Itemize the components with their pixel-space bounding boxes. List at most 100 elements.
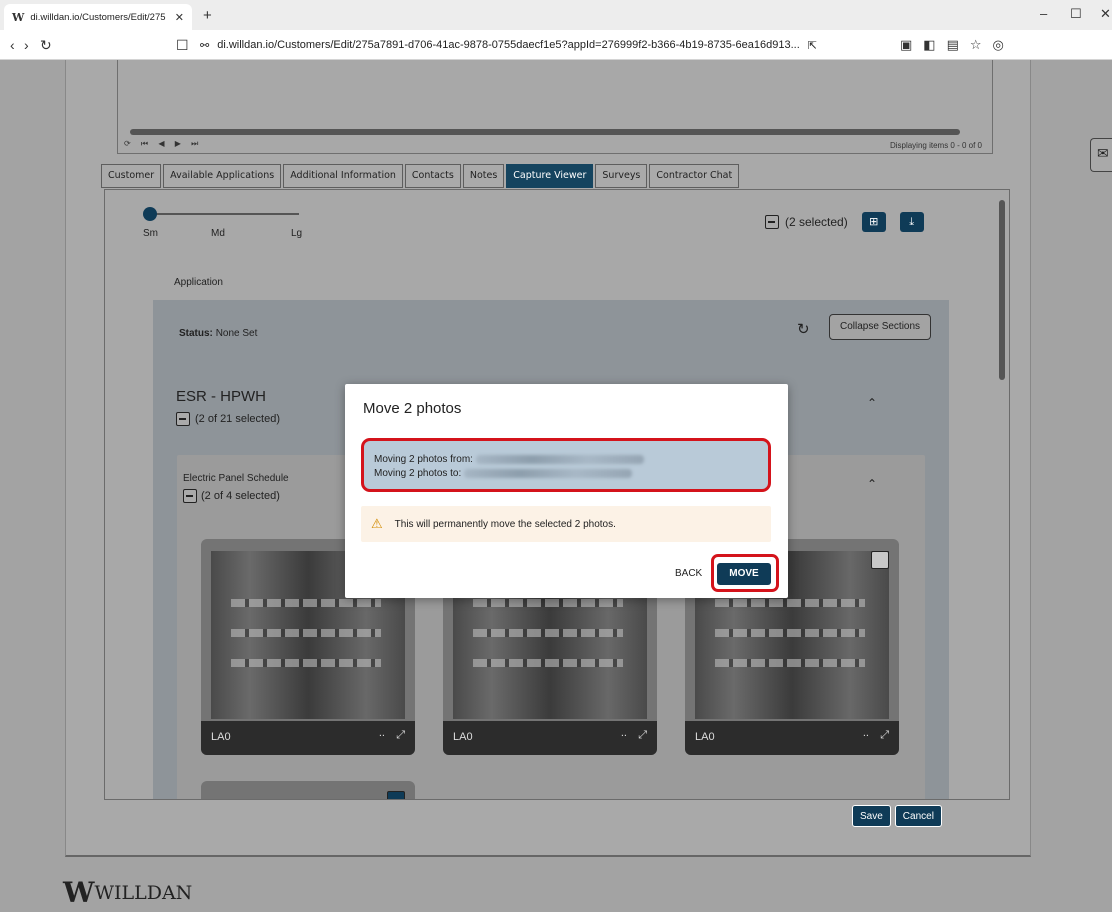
photo-checkbox[interactable]	[871, 551, 889, 569]
subsection-selection-count: (2 of 4 selected)	[201, 490, 280, 502]
subsection-checkbox[interactable]	[183, 489, 197, 503]
collections-icon[interactable]: ▤	[947, 37, 959, 53]
mail-icon[interactable]: ✉	[1090, 138, 1112, 172]
tab-surveys[interactable]: Surveys	[595, 164, 648, 188]
split-view-icon[interactable]: ◧	[923, 37, 935, 53]
slider-knob[interactable]	[143, 207, 157, 221]
browser-toolbar: ▣ ◧ ▤ ☆ ◎	[900, 37, 1004, 53]
breaker-row	[473, 659, 623, 667]
logo-text: WILLDAN	[94, 881, 193, 904]
redacted-destination	[464, 468, 633, 478]
reload-icon[interactable]: ↻	[40, 37, 52, 54]
warning-icon: ⚠	[371, 516, 383, 531]
form-actions: Save Cancel	[852, 805, 942, 827]
tab-contractor-chat[interactable]: Contractor Chat	[649, 164, 740, 188]
collapse-sections-button[interactable]: Collapse Sections	[829, 314, 932, 340]
size-label-md: Md	[211, 228, 225, 239]
application-label: Application	[174, 277, 223, 288]
status-line: Status: None Set	[179, 328, 257, 339]
browser-tab[interactable]: W di.willdan.io/Customers/Edit/275 ✕	[4, 4, 192, 30]
breaker-row	[231, 659, 381, 667]
breaker-row	[231, 599, 381, 607]
tab-bar: Customer Available Applications Addition…	[101, 164, 740, 188]
move-from-label: Moving 2 photos from:	[374, 454, 473, 465]
paging-text: Displaying items 0 - 0 of 0	[889, 141, 982, 150]
photo-caption: LA0 .. ⤢	[685, 721, 899, 755]
back-button[interactable]: BACK	[675, 568, 702, 579]
site-info-icon[interactable]: ⚯	[200, 39, 209, 52]
logo-mark-icon: W	[63, 876, 95, 909]
dialog-title: Move 2 photos	[363, 400, 462, 417]
selection-toolbar: (2 selected) ⊞ ⤓	[765, 212, 924, 232]
deselect-all-checkbox[interactable]	[765, 215, 779, 229]
willdan-logo: W WILLDAN	[63, 876, 192, 909]
close-window-icon[interactable]: ✕	[1100, 6, 1111, 22]
status-value: None Set	[215, 328, 258, 339]
subsection-title: Electric Panel Schedule	[183, 473, 289, 484]
bookmark-icon[interactable]: ☐	[176, 37, 189, 54]
breaker-row	[473, 599, 623, 607]
tab-notes[interactable]: Notes	[462, 164, 505, 188]
photo-checkbox[interactable]	[387, 791, 405, 799]
slider-track	[149, 213, 299, 215]
save-button[interactable]: Save	[852, 805, 891, 827]
close-tab-icon[interactable]: ✕	[175, 11, 184, 24]
more-icon[interactable]: ..	[863, 727, 869, 739]
share-icon[interactable]: ⇱	[808, 39, 817, 52]
maximize-icon[interactable]: ☐	[1070, 6, 1082, 22]
browser-tab-strip: W di.willdan.io/Customers/Edit/275 ✕ + –…	[0, 0, 1112, 30]
tab-additional-information[interactable]: Additional Information	[283, 164, 403, 188]
photo-caption-text: LA0	[695, 731, 715, 743]
breaker-row	[473, 629, 623, 637]
expand-icon[interactable]: ⤢	[396, 729, 405, 742]
breaker-row	[715, 629, 865, 637]
refresh-icon[interactable]: ↻	[797, 320, 810, 338]
tab-customer[interactable]: Customer	[101, 164, 162, 188]
move-button[interactable]: MOVE	[717, 563, 771, 585]
warning-text: This will permanently move the selected …	[394, 518, 616, 530]
tab-available-applications[interactable]: Available Applications	[163, 164, 282, 188]
tab-contacts[interactable]: Contacts	[404, 164, 461, 188]
url-text: di.willdan.io/Customers/Edit/275a7891-d7…	[217, 39, 800, 51]
cancel-button[interactable]: Cancel	[894, 805, 942, 827]
new-tab-icon[interactable]: +	[203, 7, 212, 24]
data-grid: ⟳ ⏮ ◀ ▶ ⏭ Displaying items 0 - 0 of 0	[117, 60, 993, 154]
move-details: Moving 2 photos from: Moving 2 photos to…	[361, 438, 771, 492]
expand-icon[interactable]: ⤢	[880, 729, 889, 742]
shield-icon[interactable]: ◎	[993, 37, 1004, 53]
horizontal-scrollbar[interactable]	[130, 129, 960, 135]
photo-caption: LA0 .. ⤢	[443, 721, 657, 755]
back-icon[interactable]: ‹	[10, 37, 15, 53]
redacted-source	[475, 454, 644, 464]
download-icon[interactable]: ⤓	[899, 212, 924, 232]
address-bar: ‹ › ↻ ☐ ⚯ di.willdan.io/Customers/Edit/2…	[0, 30, 1112, 60]
pager-buttons[interactable]: ⟳ ⏮ ◀ ▶ ⏭	[124, 139, 202, 149]
photo-card[interactable]	[201, 781, 415, 799]
vertical-scrollbar[interactable]	[999, 200, 1005, 380]
size-label-lg: Lg	[291, 228, 303, 239]
more-icon[interactable]: ..	[379, 727, 385, 739]
photo-caption-text: LA0	[453, 731, 473, 743]
breaker-row	[715, 599, 865, 607]
forward-icon[interactable]: ›	[24, 37, 29, 53]
move-to-line: Moving 2 photos to:	[374, 467, 758, 481]
tab-capture-viewer[interactable]: Capture Viewer	[506, 164, 594, 188]
grid-pager: ⟳ ⏮ ◀ ▶ ⏭ Displaying items 0 - 0 of 0	[118, 138, 992, 154]
url-field[interactable]: ⚯ di.willdan.io/Customers/Edit/275a7891-…	[200, 34, 820, 56]
minimize-icon[interactable]: –	[1040, 6, 1047, 21]
move-folder-icon[interactable]: ⊞	[861, 212, 886, 232]
favorites-icon[interactable]: ☆	[970, 37, 982, 53]
chevron-up-icon[interactable]: ⌃	[867, 477, 877, 491]
section-checkbox[interactable]	[176, 412, 190, 426]
expand-icon[interactable]: ⤢	[638, 729, 647, 742]
breaker-row	[231, 629, 381, 637]
favicon-icon: W	[12, 10, 25, 24]
photo-caption-text: LA0	[211, 731, 231, 743]
breaker-row	[715, 659, 865, 667]
chevron-up-icon[interactable]: ⌃	[867, 396, 877, 410]
photo-caption: LA0 .. ⤢	[201, 721, 415, 755]
more-icon[interactable]: ..	[621, 727, 627, 739]
section-selection: (2 of 21 selected)	[176, 412, 280, 426]
reader-icon[interactable]: ▣	[900, 37, 912, 53]
selection-count: (2 selected)	[785, 215, 848, 229]
